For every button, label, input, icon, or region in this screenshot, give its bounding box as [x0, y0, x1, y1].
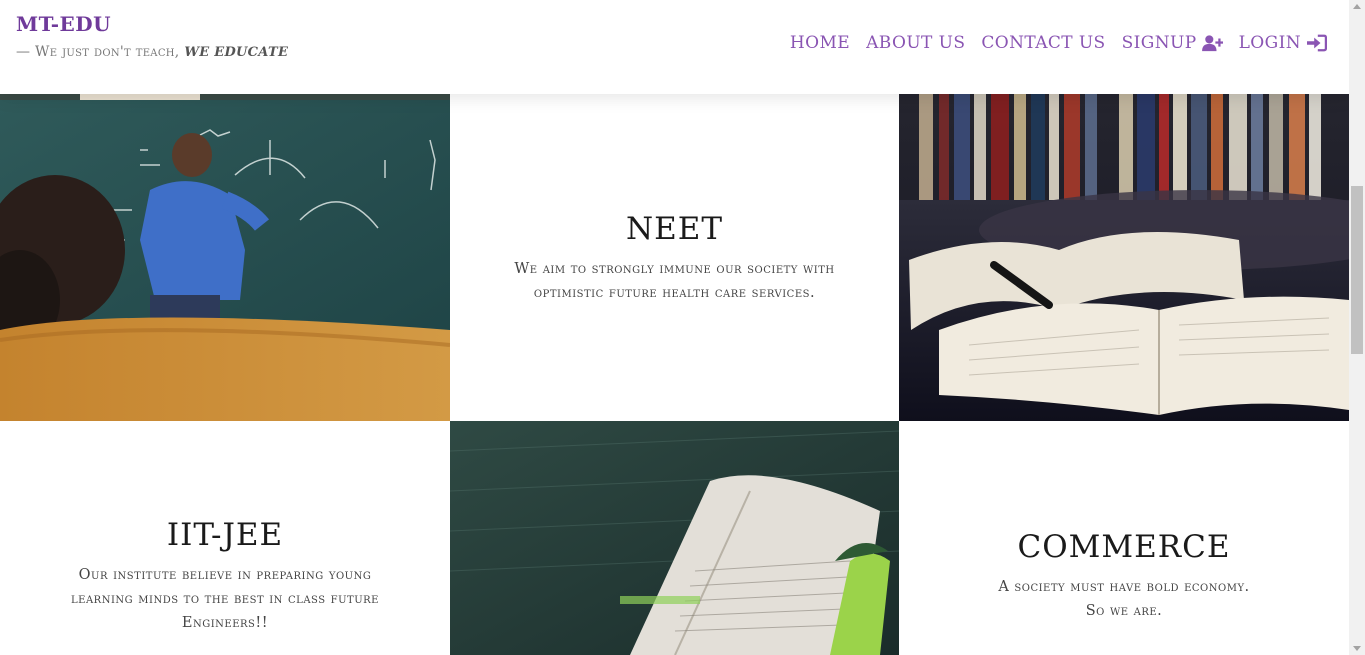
- scroll-down-icon[interactable]: [1353, 646, 1361, 651]
- commerce-title: COMMERCE: [1017, 529, 1231, 565]
- site-header: MT-EDU — We just don't teach, we educate…: [0, 0, 1349, 94]
- commerce-description-line-2: So we are.: [1085, 603, 1163, 619]
- commerce-description-line-1: A society must have bold economy.: [998, 579, 1250, 595]
- course-grid: NEET We aim to strongly immune our socie…: [0, 0, 1349, 655]
- iitjee-title: IIT-JEE: [166, 517, 284, 553]
- iitjee-description: Our institute believe in preparing young…: [71, 567, 379, 631]
- neet-card: NEET We aim to strongly immune our socie…: [450, 94, 899, 421]
- nav-home[interactable]: HOME: [790, 33, 850, 53]
- dictionary-image: [450, 421, 899, 655]
- sign-in-icon: [1307, 34, 1327, 52]
- tagline-emphasis: we educate: [184, 45, 289, 60]
- user-plus-icon: [1201, 35, 1223, 52]
- nav-about[interactable]: ABOUT US: [866, 33, 965, 53]
- neet-description: We aim to strongly immune our society wi…: [514, 260, 835, 301]
- nav-home-label: HOME: [789, 33, 851, 53]
- brand-logo[interactable]: MT-EDU: [16, 12, 111, 36]
- tagline-prefix: — We just don't teach,: [16, 44, 180, 60]
- nav-signup[interactable]: SIGNUP: [1122, 33, 1223, 53]
- nav-about-label: ABOUT US: [866, 33, 966, 53]
- page-scrollbar[interactable]: [1349, 0, 1365, 655]
- nav-login[interactable]: LOGIN: [1239, 33, 1327, 53]
- scroll-thumb[interactable]: [1351, 186, 1363, 354]
- tagline: — We just don't teach, we educate: [16, 44, 288, 60]
- commerce-card: COMMERCE A society must have bold econom…: [899, 421, 1349, 655]
- neet-title: NEET: [625, 210, 724, 247]
- scroll-up-icon[interactable]: [1353, 4, 1361, 9]
- main-nav: HOME ABOUT US CONTACT US SIGNUP LOGIN: [790, 33, 1327, 53]
- nav-signup-label: SIGNUP: [1121, 33, 1197, 53]
- iitjee-card: IIT-JEE Our institute believe in prepari…: [0, 421, 450, 655]
- nav-contact-label: CONTACT US: [981, 33, 1106, 53]
- nav-login-label: LOGIN: [1238, 33, 1301, 53]
- nav-contact[interactable]: CONTACT US: [981, 33, 1105, 53]
